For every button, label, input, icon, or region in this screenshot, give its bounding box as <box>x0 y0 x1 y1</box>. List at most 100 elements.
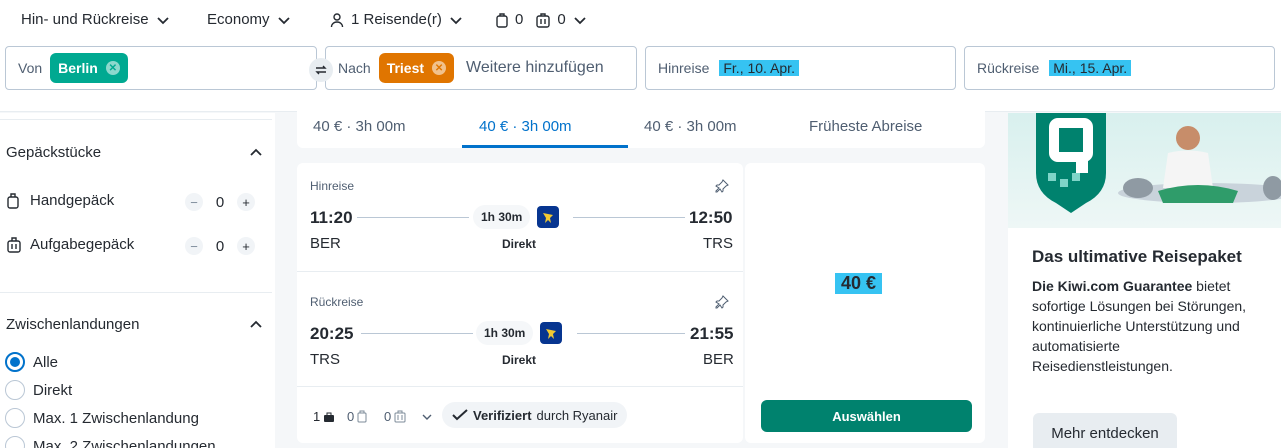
origin-label: Von <box>18 60 43 76</box>
hand-bag-label: Handgepäck <box>30 192 115 209</box>
swap-button[interactable] <box>309 58 333 82</box>
stop-option-max2[interactable]: Max. 2 Zwischenlandungen <box>5 436 216 448</box>
ad-text-bold: Die Kiwi.com Guarantee <box>1032 278 1193 294</box>
filter-sidebar: Gepäckstücke Handgepäck − 0 + Aufgabegep… <box>0 113 275 448</box>
stop-option-max1[interactable]: Max. 1 Zwischenlandung <box>5 408 199 428</box>
inbound-arr-time: 21:55 <box>690 324 734 343</box>
inbound-title: Rückreise <box>310 295 364 309</box>
cabin-dropdown[interactable]: Economy <box>207 11 292 28</box>
ad-title: Das ultimative Reisepaket <box>1032 247 1242 266</box>
checked-bag-count: 0 <box>215 237 225 255</box>
inbound-dep-code: TRS <box>310 351 340 368</box>
outbound-arr-time: 12:50 <box>689 208 733 227</box>
close-icon[interactable]: ✕ <box>105 61 120 75</box>
minus-button[interactable]: − <box>185 193 203 211</box>
divider <box>297 271 743 272</box>
chevron-up-icon[interactable] <box>248 317 264 333</box>
result-card[interactable]: Hinreise 11:20 1h 30m 12:50 BER Direkt T… <box>297 163 743 443</box>
trip-type-dropdown[interactable]: Hin- und Rückreise <box>21 11 171 28</box>
checked-bag-icon <box>7 237 21 253</box>
chevron-down-icon <box>450 16 462 24</box>
checked-bag-info: 0 <box>384 409 433 424</box>
discover-more-button[interactable]: Mehr entdecken <box>1033 413 1177 448</box>
hand-bag-stepper: − 0 + <box>185 193 255 211</box>
destination-label: Nach <box>338 60 371 76</box>
person-icon <box>330 12 344 27</box>
origin-field[interactable]: Von Berlin ✕ <box>5 46 317 90</box>
close-icon[interactable]: ✕ <box>432 61 447 75</box>
select-button[interactable]: Auswählen <box>761 400 972 432</box>
trip-type-label: Hin- und Rückreise <box>21 11 149 28</box>
destination-chip-label: Triest <box>386 60 425 76</box>
depart-date-field[interactable]: Hinreise Fr., 10. Apr. <box>645 46 956 90</box>
stop-option-label: Max. 1 Zwischenlandung <box>33 409 199 427</box>
cabin-bag-icon <box>496 12 508 28</box>
destination-chip[interactable]: Triest ✕ <box>378 53 455 83</box>
tab-cheapest[interactable]: 40 € · 3h 00m <box>479 118 572 135</box>
swap-icon <box>315 65 327 75</box>
ryanair-logo-icon <box>537 206 559 228</box>
chevron-up-icon[interactable] <box>248 145 264 161</box>
outbound-duration: 1h 30m <box>473 205 531 229</box>
route-line <box>357 217 469 218</box>
checked-bag-icon <box>394 410 406 423</box>
ad-text: Die Kiwi.com Guarantee bietet sofortige … <box>1032 276 1262 376</box>
verified-badge: Verifiziert durch Ryanair <box>442 402 628 428</box>
stop-option-direct[interactable]: Direkt <box>5 380 72 400</box>
inbound-duration: 1h 30m <box>476 321 534 345</box>
sort-tabs: 40 € · 3h 00m 40 € · 3h 00m 40 € · 3h 00… <box>297 100 985 148</box>
divider <box>0 119 272 120</box>
cabin-label: Economy <box>207 11 270 28</box>
chevron-down-icon[interactable] <box>421 411 433 423</box>
active-tab-indicator <box>462 145 628 148</box>
checked-bag-row: Aufgabegepäck <box>6 236 180 253</box>
checked-bag-count: 0 <box>384 409 392 424</box>
destination-field[interactable]: Nach Triest ✕ Weitere hinzufügen <box>325 46 637 90</box>
personal-item-icon <box>324 412 335 422</box>
stop-option-all[interactable]: Alle <box>5 352 58 372</box>
checked-bag-label: Aufgabegepäck <box>30 236 135 253</box>
return-date-value: Mi., 15. Apr. <box>1049 60 1132 76</box>
tab-best[interactable]: 40 € · 3h 00m <box>313 118 406 135</box>
bags-filter-title: Gepäckstücke <box>6 144 102 161</box>
add-more-placeholder[interactable]: Weitere hinzufügen <box>466 59 604 77</box>
plus-button[interactable]: + <box>237 193 255 211</box>
return-label: Rückreise <box>977 60 1040 76</box>
route-line <box>577 333 685 334</box>
chevron-down-icon <box>574 16 586 24</box>
radio-checked-icon <box>5 352 25 372</box>
outbound-dep-time: 11:20 <box>310 208 353 227</box>
pin-icon[interactable] <box>715 295 729 309</box>
cabin-bag-icon <box>357 410 367 423</box>
cabin-bags-count: 0 <box>515 11 524 28</box>
hand-bag-row: Handgepäck <box>6 192 180 209</box>
ryanair-logo-icon <box>540 322 562 344</box>
stop-option-label: Alle <box>33 353 59 371</box>
cabin-bag-icon <box>7 193 19 209</box>
plus-button[interactable]: + <box>237 237 255 255</box>
stop-option-label: Direkt <box>33 381 73 399</box>
tab-earliest[interactable]: Früheste Abreise <box>809 118 922 135</box>
personal-item-count: 1 <box>313 409 321 424</box>
minus-button[interactable]: − <box>185 237 203 255</box>
outbound-arr-code: TRS <box>703 235 733 252</box>
radio-icon <box>5 408 25 428</box>
bags-dropdown[interactable]: 0 0 <box>495 11 588 28</box>
cabin-bag-count: 0 <box>347 409 355 424</box>
passengers-label: 1 Reisende(r) <box>351 11 442 28</box>
passengers-dropdown[interactable]: 1 Reisende(r) <box>329 11 464 28</box>
inbound-stops: Direkt <box>502 353 537 367</box>
chevron-down-icon <box>156 16 169 24</box>
stops-filter-title: Zwischenlandungen <box>6 316 140 333</box>
inbound-dep-time: 20:25 <box>310 324 354 343</box>
price-value: 40 € <box>835 273 883 294</box>
origin-chip[interactable]: Berlin ✕ <box>50 53 128 83</box>
chevron-down-icon <box>277 16 290 24</box>
depart-label: Hinreise <box>658 60 710 76</box>
outbound-title: Hinreise <box>310 179 355 193</box>
pin-icon[interactable] <box>715 179 729 193</box>
checked-bag-stepper: − 0 + <box>185 237 255 255</box>
return-date-field[interactable]: Rückreise Mi., 15. Apr. <box>964 46 1275 90</box>
tab-fastest[interactable]: 40 € · 3h 00m <box>644 118 737 135</box>
divider <box>297 386 743 387</box>
